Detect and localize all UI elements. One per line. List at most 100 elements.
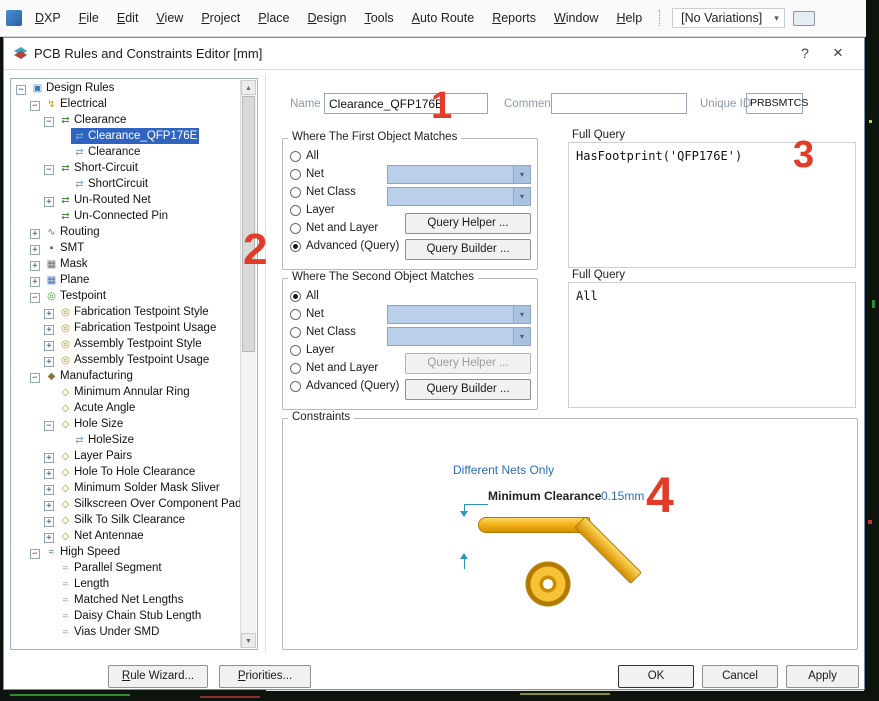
keyboard-icon[interactable]	[792, 10, 815, 26]
menu-window[interactable]: Window	[545, 8, 607, 28]
tree-item-mask[interactable]: + ▦ Mask	[13, 256, 240, 272]
apply-button[interactable]: Apply	[786, 665, 859, 688]
tree-item-manufacturing[interactable]: − ◆ Manufacturing	[13, 368, 240, 384]
menu-place[interactable]: Place	[249, 8, 298, 28]
expand-icon[interactable]: +	[44, 533, 54, 543]
radio-layer[interactable]: Layer	[290, 201, 399, 219]
tree-item-smt[interactable]: + ▪ SMT	[13, 240, 240, 256]
expand-icon[interactable]: +	[30, 229, 40, 239]
first-query-builder-button[interactable]: Query Builder ...	[405, 239, 531, 260]
radio-button[interactable]	[290, 204, 301, 216]
menu-dxp[interactable]: DXP	[26, 8, 70, 28]
radio-net-and-layer[interactable]: Net and Layer	[290, 219, 399, 237]
tree-item-clearance[interactable]: ⇄ Clearance	[13, 144, 240, 160]
radio-net-class[interactable]: Net Class	[290, 183, 399, 201]
min-clearance-value[interactable]: 0.15mm	[601, 489, 644, 503]
tree-item-design-rules[interactable]: − ▣ Design Rules	[13, 80, 240, 96]
radio-net-and-layer[interactable]: Net and Layer	[290, 359, 399, 377]
menu-auto-route[interactable]: Auto Route	[403, 8, 484, 28]
tree-item-layer-pairs[interactable]: + ◇ Layer Pairs	[13, 448, 240, 464]
tree-item-clearance[interactable]: − ⇄ Clearance	[13, 112, 240, 128]
radio-net-class[interactable]: Net Class	[290, 323, 399, 341]
tree-item-plane[interactable]: + ▦ Plane	[13, 272, 240, 288]
scroll-thumb[interactable]	[242, 96, 255, 352]
radio-button[interactable]	[290, 380, 301, 392]
menu-design[interactable]: Design	[299, 8, 356, 28]
menu-project[interactable]: Project	[192, 8, 249, 28]
tree-item-minimum-annular-ring[interactable]: ◇ Minimum Annular Ring	[13, 384, 240, 400]
tree-item-parallel-segment[interactable]: ≈ Parallel Segment	[13, 560, 240, 576]
tree-item-matched-net-lengths[interactable]: ≈ Matched Net Lengths	[13, 592, 240, 608]
radio-button[interactable]	[290, 362, 301, 374]
tree-scrollbar[interactable]: ▲ ▼	[240, 80, 256, 648]
collapse-icon[interactable]: −	[30, 293, 40, 303]
radio-button[interactable]	[290, 308, 301, 320]
tree-item-acute-angle[interactable]: ◇ Acute Angle	[13, 400, 240, 416]
scroll-up-arrow[interactable]: ▲	[241, 80, 256, 95]
radio-button[interactable]	[290, 168, 301, 180]
collapse-icon[interactable]: −	[30, 549, 40, 559]
collapse-icon[interactable]: −	[30, 373, 40, 383]
tree-item-net-antennae[interactable]: + ◇ Net Antennae	[13, 528, 240, 544]
radio-button[interactable]	[290, 240, 301, 252]
rule-name-input[interactable]	[324, 93, 488, 114]
radio-button[interactable]	[290, 326, 301, 338]
tree-item-short-circuit[interactable]: − ⇄ Short-Circuit	[13, 160, 240, 176]
tree-item-assembly-testpoint-style[interactable]: + ◎ Assembly Testpoint Style	[13, 336, 240, 352]
ok-button[interactable]: OK	[618, 665, 694, 688]
rule-wizard-button[interactable]: Rule Wizard...	[108, 665, 208, 688]
radio-button[interactable]	[290, 344, 301, 356]
radio-advanced-query[interactable]: Advanced (Query)	[290, 237, 399, 255]
tree-item-clearance-qfp176e[interactable]: ⇄ Clearance_QFP176E	[13, 128, 240, 144]
collapse-icon[interactable]: −	[30, 101, 40, 111]
radio-button[interactable]	[290, 186, 301, 198]
variations-dropdown[interactable]: [No Variations] ▾	[672, 8, 785, 28]
radio-net[interactable]: Net	[290, 165, 399, 183]
collapse-icon[interactable]: −	[44, 117, 54, 127]
expand-icon[interactable]: +	[30, 261, 40, 271]
tree-item-fabrication-testpoint-usage[interactable]: + ◎ Fabrication Testpoint Usage	[13, 320, 240, 336]
expand-icon[interactable]: +	[44, 341, 54, 351]
radio-all[interactable]: All	[290, 147, 399, 165]
expand-icon[interactable]: +	[30, 245, 40, 255]
menu-tools[interactable]: Tools	[355, 8, 402, 28]
expand-icon[interactable]: +	[44, 357, 54, 367]
radio-layer[interactable]: Layer	[290, 341, 399, 359]
expand-icon[interactable]: +	[44, 309, 54, 319]
menu-reports[interactable]: Reports	[483, 8, 545, 28]
collapse-icon[interactable]: −	[16, 85, 26, 95]
tree-item-length[interactable]: ≈ Length	[13, 576, 240, 592]
menu-file[interactable]: File	[70, 8, 108, 28]
tree-item-daisy-chain-stub-length[interactable]: ≈ Daisy Chain Stub Length	[13, 608, 240, 624]
tree-item-electrical[interactable]: − ↯ Electrical	[13, 96, 240, 112]
expand-icon[interactable]: +	[44, 517, 54, 527]
tree-item-hole-size[interactable]: − ◇ Hole Size	[13, 416, 240, 432]
help-button[interactable]: ?	[796, 45, 814, 61]
radio-net[interactable]: Net	[290, 305, 399, 323]
tree-item-shortcircuit[interactable]: ⇄ ShortCircuit	[13, 176, 240, 192]
tree-item-testpoint[interactable]: − ◎ Testpoint	[13, 288, 240, 304]
scroll-down-arrow[interactable]: ▼	[241, 633, 256, 648]
radio-button[interactable]	[290, 150, 301, 162]
expand-icon[interactable]: +	[44, 453, 54, 463]
tree-item-holesize[interactable]: ⇄ HoleSize	[13, 432, 240, 448]
tree-item-hole-to-hole-clearance[interactable]: + ◇ Hole To Hole Clearance	[13, 464, 240, 480]
expand-icon[interactable]: +	[30, 277, 40, 287]
tree-item-routing[interactable]: + ∿ Routing	[13, 224, 240, 240]
tree-item-un-routed-net[interactable]: + ⇄ Un-Routed Net	[13, 192, 240, 208]
menu-view[interactable]: View	[147, 8, 192, 28]
tree-item-un-connected-pin[interactable]: ⇄ Un-Connected Pin	[13, 208, 240, 224]
radio-advanced-query[interactable]: Advanced (Query)	[290, 377, 399, 395]
tree-item-high-speed[interactable]: − ≈ High Speed	[13, 544, 240, 560]
priorities-button[interactable]: Priorities...	[219, 665, 311, 688]
first-query-helper-button[interactable]: Query Helper ...	[405, 213, 531, 234]
tree-item-silkscreen-over-component-pads[interactable]: + ◇ Silkscreen Over Component Pads	[13, 496, 240, 512]
tree-item-assembly-testpoint-usage[interactable]: + ◎ Assembly Testpoint Usage	[13, 352, 240, 368]
expand-icon[interactable]: +	[44, 325, 54, 335]
tree-item-vias-under-smd[interactable]: ≈ Vias Under SMD	[13, 624, 240, 640]
radio-all[interactable]: All	[290, 287, 399, 305]
close-button[interactable]: ×	[828, 43, 848, 63]
menu-help[interactable]: Help	[607, 8, 651, 28]
tree-item-minimum-solder-mask-sliver[interactable]: + ◇ Minimum Solder Mask Sliver	[13, 480, 240, 496]
tree-item-fabrication-testpoint-style[interactable]: + ◎ Fabrication Testpoint Style	[13, 304, 240, 320]
